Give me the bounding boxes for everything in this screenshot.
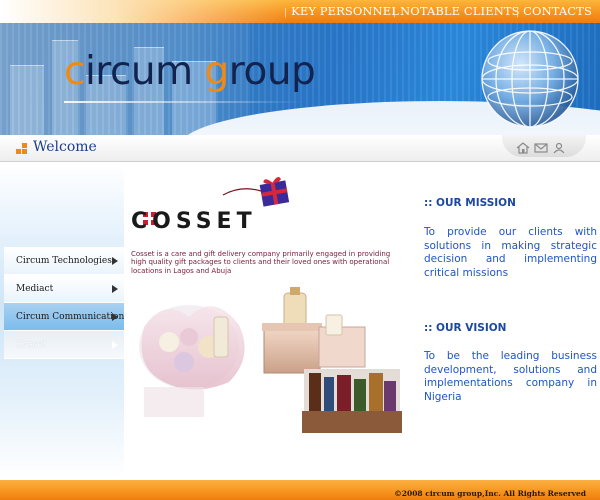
sidebar-item-label: Mediact: [16, 284, 54, 294]
logo-text: ircum: [84, 49, 205, 94]
sidebar-item-mediact[interactable]: Mediact: [4, 275, 124, 303]
cosset-brand-text: COSSET: [131, 209, 257, 234]
footer: ©2008 circum group,Inc. All Rights Reser…: [0, 480, 600, 500]
nav-link-contacts[interactable]: | CONTACTS: [516, 0, 600, 23]
logo-letter: g: [204, 49, 230, 94]
mission-vision-panel: :: OUR MISSION To provide our clients wi…: [404, 163, 600, 478]
logo-underline: [64, 101, 304, 103]
mission-heading: :: OUR MISSION: [424, 197, 516, 209]
nav-label: NOTABLE CLIENTS: [400, 4, 520, 18]
vision-heading: :: OUR VISION: [424, 322, 507, 334]
top-navigation-bar: | KEY PERSONNEL | NOTABLE CLIENTS | CONTACT…: [0, 0, 600, 23]
top-nav-list: | KEY PERSONNEL | NOTABLE CLIENTS | CONTACT…: [284, 0, 600, 23]
welcome-title: Welcome: [33, 139, 97, 155]
sidebar-menu: Circum Technologies Mediact Circum Commu…: [4, 247, 129, 359]
sidebar-item-label: Circum Technologies: [16, 256, 112, 266]
chevron-right-icon: [112, 285, 118, 293]
sidebar-item-circum-technologies[interactable]: Circum Technologies: [4, 247, 124, 275]
mail-icon[interactable]: [534, 139, 552, 153]
globe-graphic: [481, 30, 579, 128]
site-logo[interactable]: circum group: [64, 49, 316, 94]
logo-text: roup: [228, 49, 316, 94]
chevron-right-icon: [112, 313, 118, 321]
chevron-right-icon: [112, 341, 118, 349]
welcome-bar: Welcome: [0, 135, 600, 162]
copyright-text: ©2008 circum group,Inc. All Rights Reser…: [394, 489, 586, 498]
welcome-bullet-icon: [16, 143, 27, 154]
vision-text: To be the leading business development, …: [424, 350, 597, 403]
sidebar-item-cosset[interactable]: Cosset: [4, 331, 124, 359]
gift-packages-image: [134, 287, 402, 467]
main-content: COSSET Cosset is a care and gift deliver…: [124, 163, 404, 478]
sidebar: Circum Technologies Mediact Circum Commu…: [0, 163, 129, 478]
logo-letter: c: [64, 49, 85, 94]
home-icon[interactable]: [516, 139, 534, 154]
nav-label: CONTACTS: [523, 4, 592, 18]
nav-label: KEY PERSONNEL: [291, 4, 399, 18]
cosset-description: Cosset is a care and gift delivery compa…: [131, 250, 391, 275]
utility-icons: [516, 139, 570, 154]
sidebar-item-label: Cosset: [16, 340, 47, 350]
cosset-logo: COSSET: [131, 177, 301, 237]
nav-link-key-personnel[interactable]: | KEY PERSONNEL: [284, 0, 399, 23]
mission-text: To provide our clients with solutions in…: [424, 226, 597, 279]
sidebar-item-circum-communications[interactable]: Circum Communications: [4, 303, 129, 331]
nav-link-notable-clients[interactable]: | NOTABLE CLIENTS: [393, 0, 520, 23]
nav-fade: [0, 0, 290, 23]
chevron-right-icon: [112, 257, 118, 265]
header-banner: circum group: [0, 23, 600, 135]
user-icon[interactable]: [552, 139, 570, 154]
